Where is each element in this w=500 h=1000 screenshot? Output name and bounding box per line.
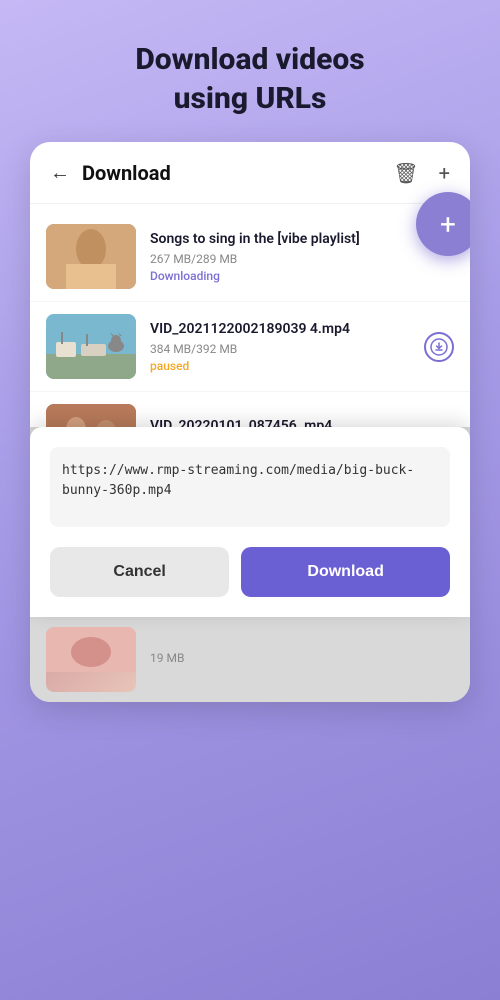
item-info: VID_2021122002189039 4.mp4 384 MB/392 MB… [150, 320, 454, 374]
partial-list-item[interactable]: 19 MB [30, 617, 470, 702]
dialog-overlay: Cancel Download 19 MB [30, 427, 470, 702]
back-icon[interactable]: ← [50, 160, 70, 185]
title-line2: using URLs [174, 81, 327, 116]
title-line1: Download videos [135, 42, 364, 77]
page-title: Download videos using URLs [115, 40, 384, 118]
url-input[interactable] [50, 447, 450, 527]
item-info: 19 MB [150, 651, 454, 668]
item-name: Songs to sing in the [vibe playlist] [150, 230, 454, 250]
card-title: Download [82, 161, 373, 185]
cancel-button[interactable]: Cancel [50, 547, 229, 597]
item-info: Songs to sing in the [vibe playlist] 267… [150, 230, 454, 284]
dialog-buttons: Cancel Download [50, 531, 450, 617]
item-action[interactable] [424, 332, 454, 362]
list-item[interactable]: VID_2021122002189039 4.mp4 384 MB/392 MB… [30, 302, 470, 392]
download-circle-icon[interactable] [424, 332, 454, 362]
card-header: ← Download 🗑 + [30, 142, 470, 204]
thumbnail [46, 314, 136, 379]
thumbnail [46, 627, 136, 692]
fab-plus-icon: + [440, 208, 456, 241]
thumbnail [46, 224, 136, 289]
main-card: ← Download 🗑 + + Songs to sing in the [v… [30, 142, 470, 702]
item-size: 19 MB [150, 651, 454, 665]
dialog-box: Cancel Download [30, 427, 470, 617]
item-status: Downloading [150, 269, 454, 283]
download-button[interactable]: Download [241, 547, 450, 597]
list-item[interactable]: Songs to sing in the [vibe playlist] 267… [30, 212, 470, 302]
item-size: 384 MB/392 MB [150, 342, 454, 356]
add-icon[interactable]: + [439, 161, 450, 185]
item-size: 267 MB/289 MB [150, 252, 454, 266]
delete-icon[interactable]: 🗑 [393, 161, 418, 185]
item-name: VID_2021122002189039 4.mp4 [150, 320, 454, 340]
item-status: paused [150, 359, 454, 373]
